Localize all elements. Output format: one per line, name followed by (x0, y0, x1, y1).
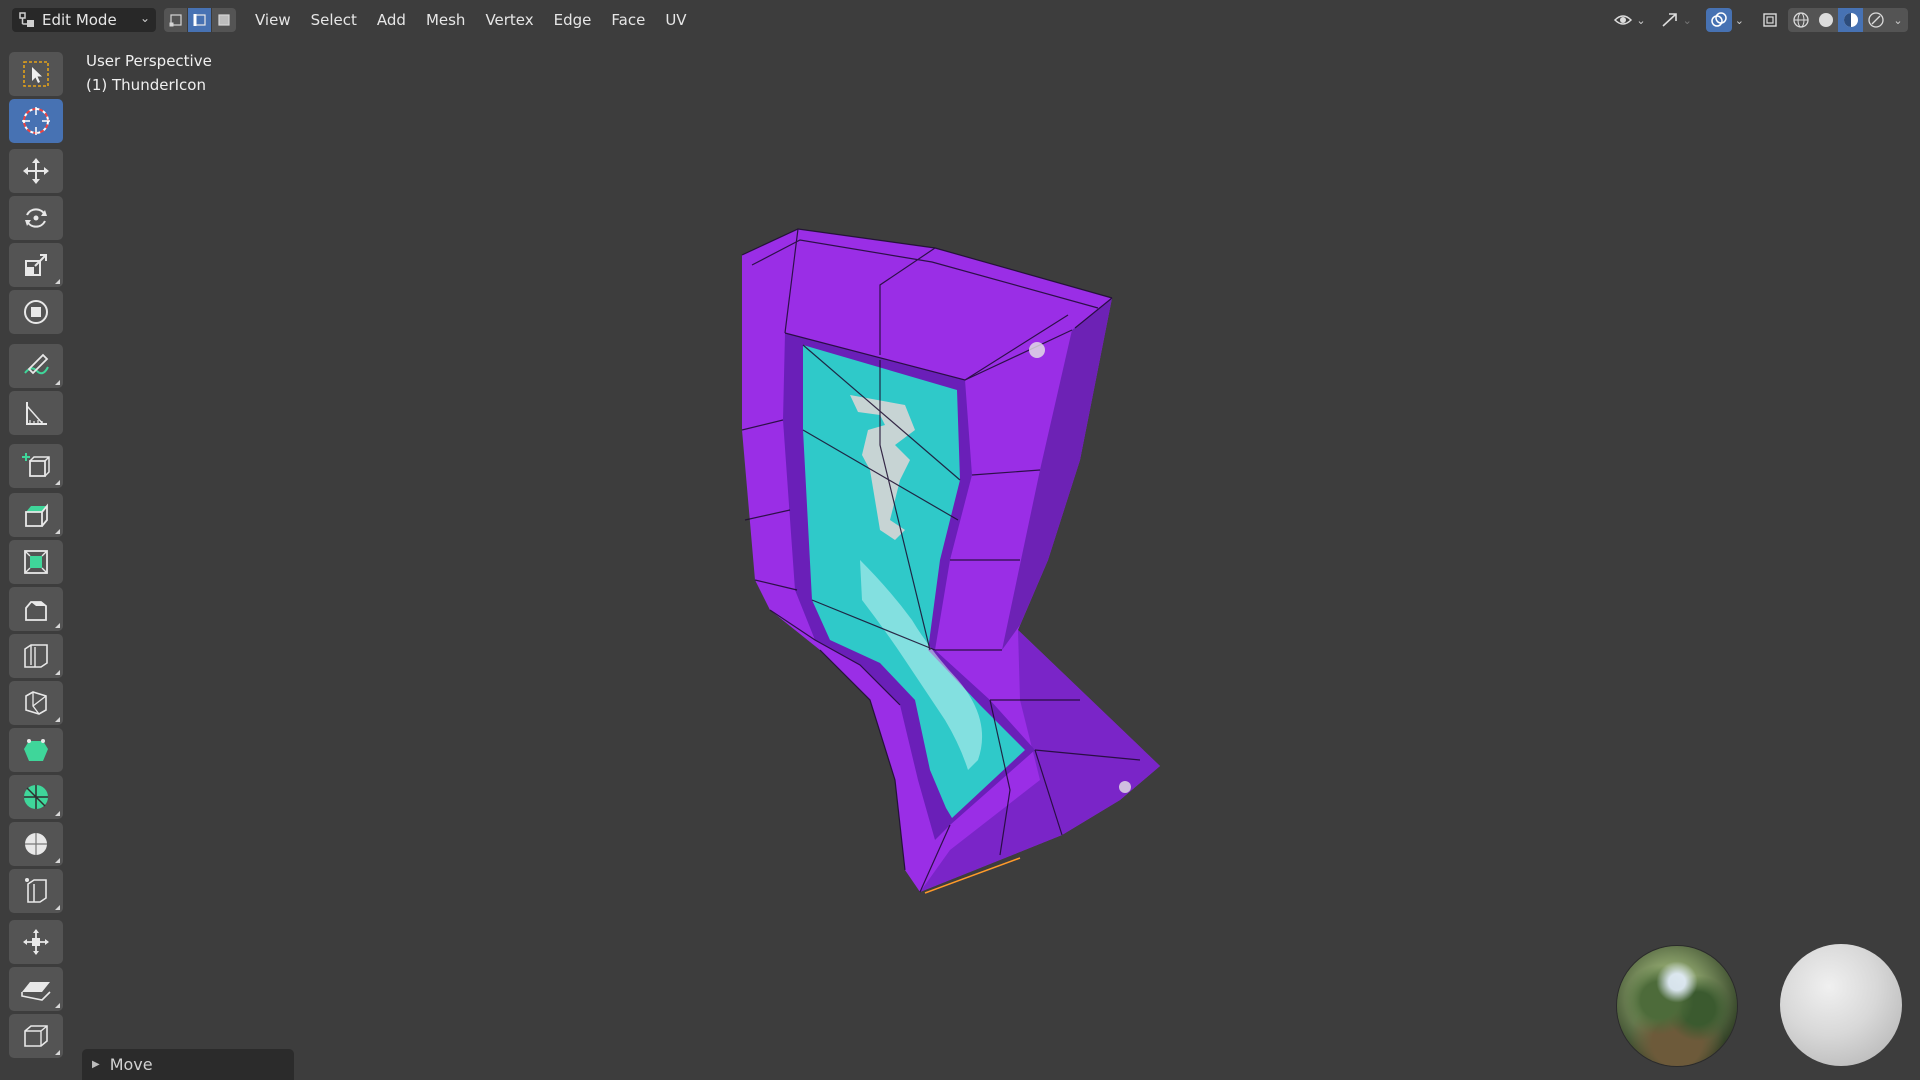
last-operation-panel[interactable]: ▶ Move (82, 1049, 294, 1080)
selected-vertex[interactable] (1029, 342, 1045, 358)
matcap-preview-sphere (1780, 944, 1902, 1066)
hdri-preview-sphere (1617, 946, 1737, 1066)
selected-vertex[interactable] (1119, 781, 1131, 793)
last-operation-label: Move (109, 1055, 153, 1074)
expand-arrow-icon: ▶ (92, 1059, 100, 1070)
thunder-icon-mesh[interactable] (0, 0, 1920, 1080)
